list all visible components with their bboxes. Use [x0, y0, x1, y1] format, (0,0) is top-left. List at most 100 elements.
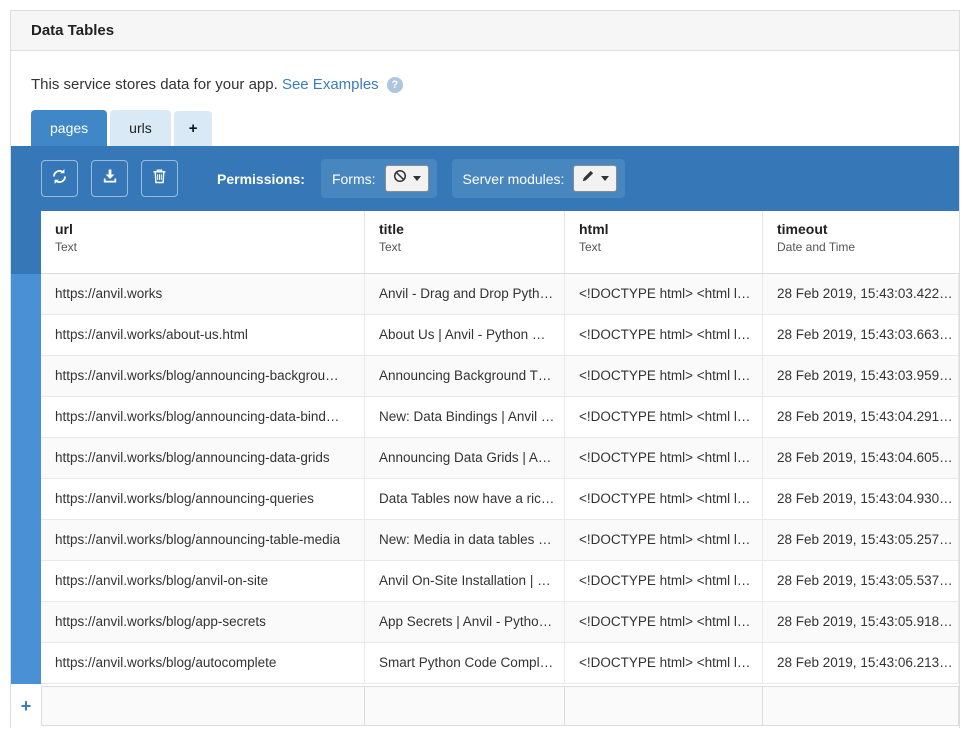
- cell-timeout[interactable]: 28 Feb 2019, 15:43:05.537…: [763, 561, 959, 601]
- cell-url[interactable]: https://anvil.works/blog/announcing-data…: [41, 397, 365, 437]
- cell-title[interactable]: Anvil - Drag and Drop Pyth…: [365, 274, 565, 314]
- table-row[interactable]: https://anvil.works/blog/announcing-quer…: [41, 479, 959, 520]
- cell-html[interactable]: <!DOCTYPE html> <html l…: [565, 561, 763, 601]
- column-type: Text: [55, 240, 350, 254]
- cell-timeout[interactable]: 28 Feb 2019, 15:43:03.959…: [763, 356, 959, 396]
- column-header-url[interactable]: url Text: [41, 211, 365, 273]
- column-name: html: [579, 221, 748, 237]
- cell-html[interactable]: <!DOCTYPE html> <html l…: [565, 520, 763, 560]
- cell-url[interactable]: https://anvil.works/about-us.html: [41, 315, 365, 355]
- chevron-down-icon: [413, 176, 421, 181]
- add-row-area: +: [11, 684, 959, 728]
- table-row[interactable]: https://anvil.works/blog/app-secrets App…: [41, 602, 959, 643]
- table-row[interactable]: https://anvil.works Anvil - Drag and Dro…: [41, 274, 959, 315]
- column-header-html[interactable]: html Text: [565, 211, 763, 273]
- cell-url[interactable]: https://anvil.works/blog/announcing-back…: [41, 356, 365, 396]
- see-examples-link[interactable]: See Examples: [282, 76, 379, 93]
- column-name: url: [55, 221, 350, 237]
- table-header-row: url Text title Text html Text timeout Da…: [41, 211, 959, 274]
- cell-timeout[interactable]: 28 Feb 2019, 15:43:03.663…: [763, 315, 959, 355]
- column-name: title: [379, 221, 550, 237]
- page-title: Data Tables: [11, 11, 959, 51]
- no-access-icon: [393, 169, 407, 188]
- cell-html[interactable]: <!DOCTYPE html> <html l…: [565, 479, 763, 519]
- cell-title[interactable]: Smart Python Code Compl…: [365, 643, 565, 683]
- cell-timeout[interactable]: 28 Feb 2019, 15:43:06.213…: [763, 643, 959, 683]
- cell-timeout[interactable]: 28 Feb 2019, 15:43:05.257…: [763, 520, 959, 560]
- cell-url[interactable]: https://anvil.works/blog/announcing-tabl…: [41, 520, 365, 560]
- refresh-button[interactable]: [41, 160, 78, 197]
- new-cell-html[interactable]: [565, 686, 763, 726]
- tab-urls[interactable]: urls: [110, 110, 171, 146]
- forms-permission-dropdown[interactable]: [385, 165, 429, 192]
- cell-html[interactable]: <!DOCTYPE html> <html l…: [565, 643, 763, 683]
- table-toolbar: Permissions: Forms: Server modules:: [11, 146, 959, 211]
- cell-html[interactable]: <!DOCTYPE html> <html l…: [565, 397, 763, 437]
- server-modules-permission-group: Server modules:: [452, 159, 626, 198]
- cell-html[interactable]: <!DOCTYPE html> <html l…: [565, 438, 763, 478]
- service-description-text: This service stores data for your app.: [31, 76, 278, 93]
- forms-label: Forms:: [332, 171, 376, 187]
- new-cell-title[interactable]: [365, 686, 565, 726]
- column-header-title[interactable]: title Text: [365, 211, 565, 273]
- new-cell-timeout[interactable]: [763, 686, 959, 726]
- column-name: timeout: [777, 221, 945, 237]
- cell-timeout[interactable]: 28 Feb 2019, 15:43:04.291…: [763, 397, 959, 437]
- cell-title[interactable]: Anvil On-Site Installation | …: [365, 561, 565, 601]
- gutter-rows: [11, 274, 41, 684]
- forms-permission-group: Forms:: [321, 159, 437, 198]
- cell-timeout[interactable]: 28 Feb 2019, 15:43:04.930…: [763, 479, 959, 519]
- cell-url[interactable]: https://anvil.works/blog/announcing-data…: [41, 438, 365, 478]
- table-row[interactable]: https://anvil.works/blog/anvil-on-site A…: [41, 561, 959, 602]
- add-row-button[interactable]: +: [11, 684, 41, 728]
- cell-html[interactable]: <!DOCTYPE html> <html l…: [565, 315, 763, 355]
- cell-timeout[interactable]: 28 Feb 2019, 15:43:03.422…: [763, 274, 959, 314]
- tab-pages[interactable]: pages: [31, 110, 107, 146]
- cell-url[interactable]: https://anvil.works/blog/app-secrets: [41, 602, 365, 642]
- delete-button[interactable]: [141, 160, 178, 197]
- new-cell-url[interactable]: [41, 686, 365, 726]
- refresh-icon: [51, 168, 68, 190]
- cell-url[interactable]: https://anvil.works/blog/anvil-on-site: [41, 561, 365, 601]
- cell-url[interactable]: https://anvil.works/blog/autocomplete: [41, 643, 365, 683]
- panel-body: This service stores data for your app. S…: [11, 51, 959, 728]
- table-row[interactable]: https://anvil.works/blog/announcing-back…: [41, 356, 959, 397]
- cell-html[interactable]: <!DOCTYPE html> <html l…: [565, 274, 763, 314]
- column-header-timeout[interactable]: timeout Date and Time: [763, 211, 959, 273]
- server-modules-permission-dropdown[interactable]: [573, 165, 617, 192]
- column-type: Text: [379, 240, 550, 254]
- cell-title[interactable]: Announcing Background T…: [365, 356, 565, 396]
- server-modules-label: Server modules:: [463, 171, 565, 187]
- cell-title[interactable]: Announcing Data Grids | A…: [365, 438, 565, 478]
- table-row[interactable]: https://anvil.works/about-us.html About …: [41, 315, 959, 356]
- cell-title[interactable]: New: Media in data tables …: [365, 520, 565, 560]
- cell-title[interactable]: App Secrets | Anvil - Pytho…: [365, 602, 565, 642]
- cell-title[interactable]: Data Tables now have a ric…: [365, 479, 565, 519]
- table-body: https://anvil.works Anvil - Drag and Dro…: [41, 274, 959, 684]
- table-row[interactable]: https://anvil.works/blog/autocomplete Sm…: [41, 643, 959, 684]
- table-row[interactable]: https://anvil.works/blog/announcing-tabl…: [41, 520, 959, 561]
- new-row-placeholder[interactable]: [41, 684, 959, 728]
- table-row[interactable]: https://anvil.works/blog/announcing-data…: [41, 397, 959, 438]
- cell-timeout[interactable]: 28 Feb 2019, 15:43:05.918…: [763, 602, 959, 642]
- cell-title[interactable]: New: Data Bindings | Anvil …: [365, 397, 565, 437]
- table-grid: url Text title Text html Text timeout Da…: [41, 211, 959, 684]
- edit-icon: [581, 169, 595, 188]
- download-button[interactable]: [91, 160, 128, 197]
- cell-url[interactable]: https://anvil.works/blog/announcing-quer…: [41, 479, 365, 519]
- row-selector-gutter: [11, 211, 41, 684]
- cell-url[interactable]: https://anvil.works: [41, 274, 365, 314]
- table-row[interactable]: https://anvil.works/blog/announcing-data…: [41, 438, 959, 479]
- cell-timeout[interactable]: 28 Feb 2019, 15:43:04.605…: [763, 438, 959, 478]
- add-table-tab[interactable]: +: [174, 111, 213, 146]
- gutter-header: [11, 211, 41, 274]
- data-table: url Text title Text html Text timeout Da…: [11, 211, 959, 684]
- help-icon[interactable]: ?: [387, 77, 403, 93]
- cell-html[interactable]: <!DOCTYPE html> <html l…: [565, 602, 763, 642]
- table-tabs: pages urls +: [31, 110, 959, 146]
- cell-html[interactable]: <!DOCTYPE html> <html l…: [565, 356, 763, 396]
- trash-icon: [152, 168, 167, 189]
- column-type: Text: [579, 240, 748, 254]
- cell-title[interactable]: About Us | Anvil - Python …: [365, 315, 565, 355]
- service-description: This service stores data for your app. S…: [11, 51, 959, 93]
